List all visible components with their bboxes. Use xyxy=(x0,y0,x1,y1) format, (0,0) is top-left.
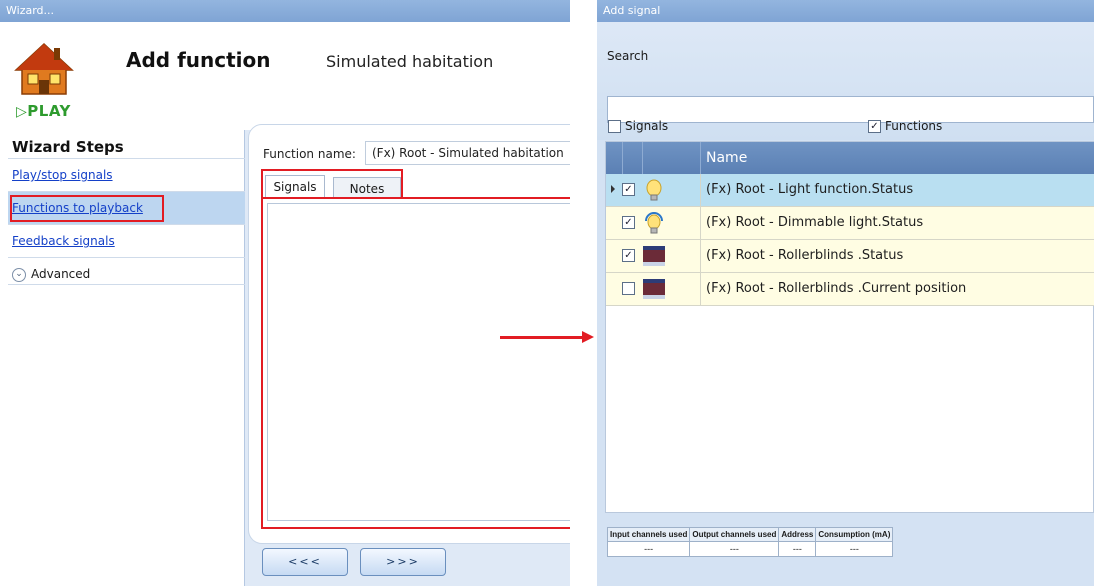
dimmable-bulb-icon xyxy=(645,212,663,234)
function-content-panel: Function name: (Fx) Root - Simulated hab… xyxy=(248,124,570,544)
filter-signals-label: Signals xyxy=(625,119,669,133)
status-table: Input channels used Output channels used… xyxy=(606,527,894,557)
light-bulb-icon xyxy=(646,179,662,201)
status-value-address: --- xyxy=(778,541,817,557)
status-value-output-channels: --- xyxy=(689,541,780,557)
signals-grid: Name ✓ (Fx) Root - Light function.Status… xyxy=(605,141,1094,513)
filter-signals[interactable]: Signals xyxy=(608,119,668,133)
wizard-steps-title: Wizard Steps xyxy=(12,138,124,156)
functions-checkbox[interactable]: ✓ xyxy=(868,120,881,133)
pointer-arrow-head-icon xyxy=(582,331,594,343)
rollerblind-icon xyxy=(643,246,665,266)
back-button[interactable]: <<< xyxy=(262,548,348,576)
filter-functions-label: Functions xyxy=(885,119,943,133)
column-header-name[interactable]: Name xyxy=(706,150,747,166)
status-header-output-channels: Output channels used xyxy=(689,527,780,542)
row-name: (Fx) Root - Rollerblinds .Status xyxy=(706,248,904,263)
status-header-input-channels: Input channels used xyxy=(606,527,691,542)
step-feedback-signals-link[interactable]: Feedback signals xyxy=(12,234,115,248)
step-play-stop-signals[interactable]: Play/stop signals xyxy=(8,158,245,191)
filter-functions[interactable]: ✓ Functions xyxy=(868,119,942,133)
status-header-consumption: Consumption (mA) xyxy=(815,527,894,542)
column-separator xyxy=(700,240,701,273)
step-advanced-label: Advanced xyxy=(31,267,91,281)
row-checkbox[interactable]: ✓ xyxy=(622,183,635,196)
row-checkbox[interactable]: ✓ xyxy=(622,216,635,229)
signals-checkbox[interactable] xyxy=(608,120,621,133)
status-area: Input channels used Output channels used… xyxy=(597,513,1094,586)
next-button[interactable]: >>> xyxy=(360,548,446,576)
tabs-highlight-box xyxy=(261,169,403,199)
step-play-stop-signals-link[interactable]: Play/stop signals xyxy=(12,168,113,182)
status-header-address: Address xyxy=(778,527,817,542)
column-separator xyxy=(622,142,623,174)
function-type-subtitle: Simulated habitation xyxy=(326,52,494,71)
house-icon xyxy=(14,42,74,95)
row-name: (Fx) Root - Light function.Status xyxy=(706,182,914,197)
pointer-arrow-line xyxy=(500,336,584,339)
wizard-header: ▷PLAY Add function Simulated habitation xyxy=(0,22,570,130)
highlight-box xyxy=(10,195,164,222)
table-row[interactable]: ✓ (Fx) Root - Dimmable light.Status xyxy=(606,207,1094,240)
add-signal-window: Add signal Search Signals ✓ Functions Nam… xyxy=(597,0,1094,586)
expand-chevron-icon[interactable]: ⌄ xyxy=(12,267,26,282)
column-separator xyxy=(700,273,701,306)
step-functions-to-playback[interactable]: Functions to playback xyxy=(8,191,245,224)
step-advanced[interactable]: ⌄ Advanced xyxy=(8,257,245,290)
column-separator xyxy=(700,142,701,174)
wizard-title-bar: Wizard... xyxy=(0,0,570,22)
step-feedback-signals[interactable]: Feedback signals xyxy=(8,224,245,257)
column-separator xyxy=(642,142,643,174)
column-separator xyxy=(700,174,701,207)
row-checkbox[interactable]: ✓ xyxy=(622,249,635,262)
column-separator xyxy=(700,207,701,240)
page-title: Add function xyxy=(126,48,271,72)
search-input[interactable] xyxy=(607,96,1094,123)
play-logo-text: PLAY xyxy=(27,102,71,120)
function-name-label: Function name: xyxy=(263,147,356,161)
wizard-steps-sidebar: Wizard Steps Play/stop signals Functions… xyxy=(0,130,245,586)
row-name: (Fx) Root - Rollerblinds .Current positi… xyxy=(706,281,967,296)
signals-area-highlight xyxy=(261,197,570,529)
rollerblind-icon xyxy=(643,279,665,299)
play-icon: ▷ xyxy=(16,104,28,120)
search-panel: Search xyxy=(597,22,1094,140)
grid-header: Name xyxy=(606,142,1094,174)
wizard-window: Wizard... ▷PLAY Add function Simulated h… xyxy=(0,0,570,586)
row-pointer-icon xyxy=(611,185,615,193)
row-name: (Fx) Root - Dimmable light.Status xyxy=(706,215,924,230)
divider xyxy=(8,284,245,285)
function-name-input[interactable]: (Fx) Root - Simulated habitation xyxy=(365,141,570,165)
signals-list[interactable] xyxy=(267,203,570,521)
row-checkbox[interactable] xyxy=(622,282,635,295)
status-value-consumption: --- xyxy=(815,541,894,557)
search-label: Search xyxy=(607,49,649,63)
status-value-input-channels: --- xyxy=(606,541,691,557)
table-row[interactable]: ✓ (Fx) Root - Rollerblinds .Status xyxy=(606,240,1094,273)
table-row[interactable]: (Fx) Root - Rollerblinds .Current positi… xyxy=(606,273,1094,306)
table-row[interactable]: ✓ (Fx) Root - Light function.Status xyxy=(606,174,1094,207)
play-logo: ▷PLAY xyxy=(16,102,71,120)
add-signal-title-bar: Add signal xyxy=(597,0,1094,22)
